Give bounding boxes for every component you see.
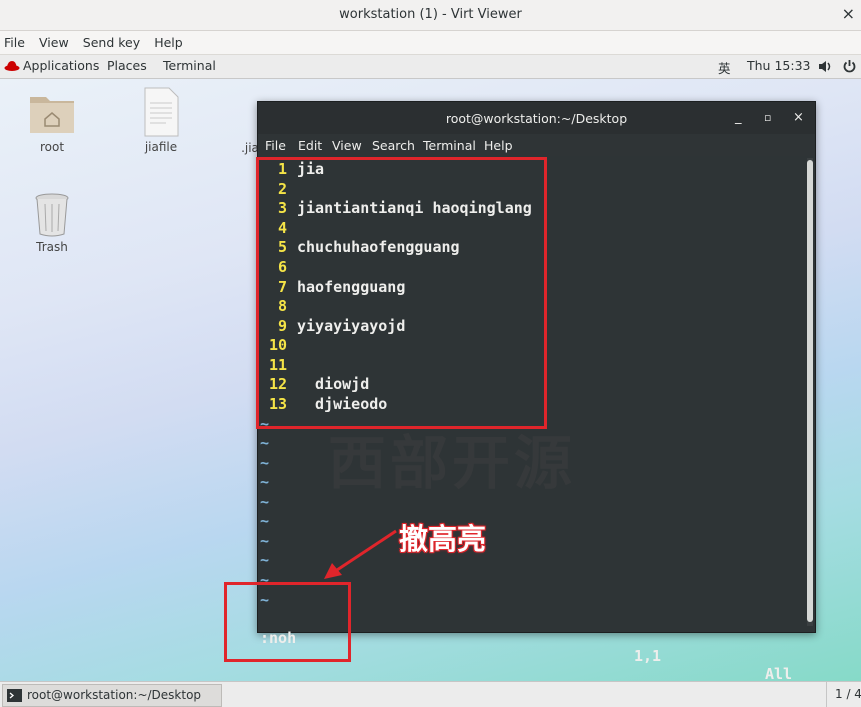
terminal-menu-view[interactable]: View — [332, 138, 362, 153]
desktop-item-label: Trash — [36, 240, 68, 254]
taskbar-item-terminal[interactable]: root@workstation:~/Desktop — [2, 684, 222, 707]
taskbar-item-label: root@workstation:~/Desktop — [27, 688, 202, 702]
close-window-button[interactable]: × — [842, 4, 855, 23]
desktop-item-root[interactable]: root — [17, 89, 87, 154]
redhat-logo-icon — [4, 59, 20, 75]
menu-file[interactable]: File — [4, 35, 25, 50]
empty-line-tilde: ~ — [260, 493, 270, 511]
home-folder-icon — [30, 97, 74, 133]
empty-line-tilde: ~ — [260, 454, 270, 472]
annotation-arrow-icon — [324, 529, 397, 579]
highlight-box-command — [224, 582, 351, 662]
desktop-item-label: jiafile — [144, 140, 178, 154]
empty-line-tilde: ~ — [260, 512, 270, 530]
terminal-icon — [7, 689, 22, 705]
cursor-position: 1,1 — [634, 647, 662, 665]
terminal-title: root@workstation:~/Desktop — [445, 111, 628, 126]
viewer-titlebar: workstation (1) - Virt Viewer × — [0, 0, 861, 31]
close-button[interactable]: × — [793, 110, 804, 125]
maximize-button[interactable]: ▫ — [764, 111, 771, 124]
menu-send-key[interactable]: Send key — [83, 35, 140, 50]
workspace-indicator[interactable]: 1 / 4 — [826, 682, 861, 707]
gnome-top-bar: Applications Places Terminal 英 Thu 15:33 — [0, 55, 861, 79]
bottom-taskbar: root@workstation:~/Desktop 1 / 4 — [0, 681, 861, 707]
minimize-button[interactable]: _ — [735, 110, 742, 125]
menu-help[interactable]: Help — [154, 35, 183, 50]
desktop-item-trash[interactable]: Trash — [17, 191, 87, 254]
text-file-icon — [144, 87, 179, 137]
terminal-menu-terminal[interactable]: Terminal — [423, 138, 476, 153]
terminal-menu-help[interactable]: Help — [484, 138, 513, 153]
scrollbar-thumb[interactable] — [807, 160, 813, 622]
terminal-menu-search[interactable]: Search — [372, 138, 415, 153]
desktop-item-label: root — [39, 140, 65, 154]
highlight-box-content — [256, 157, 547, 429]
terminal-menubar: File Edit View Search Terminal Help — [258, 134, 815, 156]
viewer-menubar: File View Send key Help — [0, 31, 861, 55]
clock[interactable]: Thu 15:33 — [747, 58, 810, 73]
annotation-label: 撤高亮 — [399, 522, 487, 556]
terminal-menu-edit[interactable]: Edit — [298, 138, 322, 153]
terminal-scrollbar[interactable] — [807, 158, 813, 626]
power-icon[interactable] — [843, 59, 856, 76]
menu-view[interactable]: View — [39, 35, 69, 50]
terminal-menu-file[interactable]: File — [265, 138, 286, 153]
terminal-app-menu[interactable]: Terminal — [163, 58, 216, 73]
empty-line-tilde: ~ — [260, 551, 270, 569]
places-menu[interactable]: Places — [107, 58, 147, 73]
applications-menu[interactable]: Applications — [23, 58, 99, 73]
empty-line-tilde: ~ — [260, 434, 270, 452]
terminal-titlebar[interactable]: root@workstation:~/Desktop _ ▫ × — [258, 102, 815, 134]
window-title: workstation (1) - Virt Viewer — [339, 7, 522, 22]
trash-icon — [35, 193, 69, 237]
input-method-indicator[interactable]: 英 — [718, 58, 731, 77]
desktop-item-jiafile[interactable]: jiafile — [126, 87, 196, 154]
empty-line-tilde: ~ — [260, 532, 270, 550]
volume-icon[interactable] — [818, 60, 832, 76]
empty-line-tilde: ~ — [260, 473, 270, 491]
